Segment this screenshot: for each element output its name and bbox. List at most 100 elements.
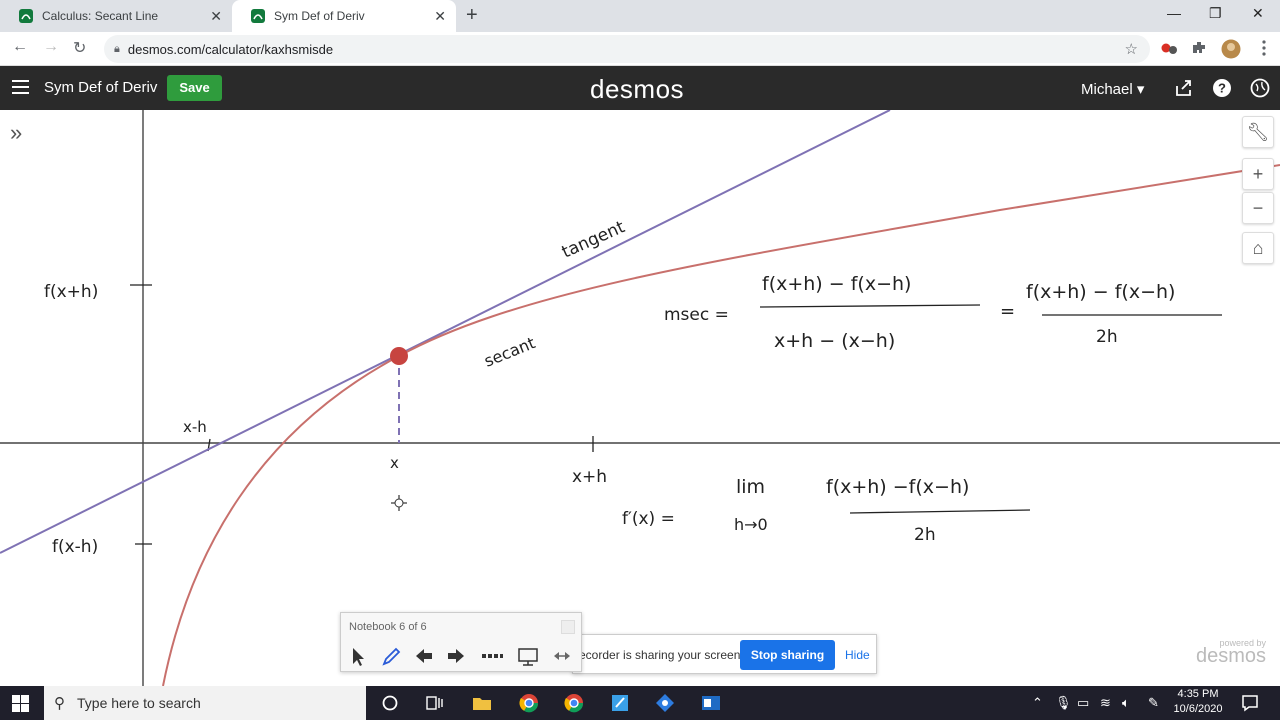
previous-page-arrow-icon[interactable] <box>413 645 435 667</box>
address-bar[interactable]: 🔒︎ desmos.com/calculator/kaxhsmisde ☆ <box>104 35 1150 63</box>
tab-title: Calculus: Secant Line <box>42 9 159 23</box>
next-page-arrow-icon[interactable] <box>445 645 467 667</box>
language-globe-icon[interactable] <box>1250 78 1270 98</box>
share-icon[interactable] <box>1174 78 1194 98</box>
powered-by-desmos: powered by desmos <box>1196 638 1266 668</box>
default-viewport-home-icon[interactable]: ⌂ <box>1242 232 1274 264</box>
chrome-menu-icon[interactable] <box>1255 39 1273 57</box>
msec-denominator-1: x+h − (x−h) <box>774 330 895 352</box>
svg-text:?: ? <box>1218 81 1226 96</box>
save-button[interactable]: Save <box>167 75 222 101</box>
url-text: desmos.com/calculator/kaxhsmisde <box>127 41 334 57</box>
browser-tab-strip: Calculus: Secant Line ✕ Sym Def of Deriv… <box>0 0 1280 32</box>
cortana-icon[interactable] <box>380 693 400 713</box>
volume-icon[interactable]: 🔈︎ <box>1122 695 1130 711</box>
notepad-app-icon[interactable] <box>610 693 630 713</box>
new-tab-icon[interactable]: + <box>466 4 478 27</box>
label-f-x-minus-h: f(x-h) <box>52 537 98 557</box>
msec-numerator-1: f(x+h) − f(x−h) <box>762 273 911 295</box>
extensions-puzzle-icon[interactable] <box>1190 39 1208 57</box>
tab-title: Sym Def of Deriv <box>274 9 365 23</box>
pen-workspace-icon[interactable]: ✎ <box>1148 695 1159 711</box>
browser-tab-sym-def-of-deriv[interactable]: Sym Def of Deriv ✕ <box>232 0 456 32</box>
forward-icon[interactable]: → <box>43 38 59 56</box>
task-view-icon[interactable] <box>424 693 444 713</box>
graph-title[interactable]: Sym Def of Deriv <box>44 79 157 96</box>
lim-subscript: h→0 <box>734 515 768 534</box>
notebook-toolbar: Notebook 6 of 6 <box>340 612 582 672</box>
desmos-logo: desmos <box>590 74 685 104</box>
zoom-out-icon[interactable]: − <box>1242 192 1274 224</box>
back-icon[interactable]: ← <box>12 38 28 56</box>
limit-denominator: 2h <box>914 525 936 545</box>
limit-fraction-bar <box>849 509 1031 514</box>
graph-paper[interactable]: f(x+h) f(x-h) x-h x x+h tangent secant m… <box>0 110 1280 686</box>
powered-by-logo: desmos <box>1196 645 1267 667</box>
notebook-title: Notebook 6 of 6 <box>349 621 427 633</box>
window-close-icon[interactable]: ✕ <box>1252 5 1264 22</box>
minimize-icon[interactable]: — <box>1167 5 1181 21</box>
menu-hamburger-icon[interactable] <box>12 80 29 94</box>
tab-close-icon[interactable]: ✕ <box>434 8 446 25</box>
profile-avatar-icon[interactable] <box>1221 39 1241 59</box>
system-clock[interactable]: 4:35 PM 10/6/2020 <box>1170 687 1226 717</box>
screen-recorder-extension-icon[interactable] <box>1160 39 1178 57</box>
file-explorer-icon[interactable] <box>472 693 492 713</box>
reload-icon[interactable]: ↻ <box>73 38 86 58</box>
chrome-profile-taskbar-icon[interactable] <box>564 693 584 713</box>
fprime-label: f′(x) = <box>622 509 675 529</box>
msec-equals: = <box>1000 301 1015 322</box>
label-x-plus-h: x+h <box>572 467 607 487</box>
sharing-message: ecorder is sharing your screen. <box>579 648 744 662</box>
label-tangent: tangent <box>559 217 628 262</box>
battery-icon[interactable]: ▭ <box>1077 695 1089 711</box>
notebook-close-icon[interactable] <box>561 620 575 634</box>
outlook-app-icon[interactable] <box>701 693 721 713</box>
user-name: Michael <box>1081 81 1133 98</box>
label-f-x-plus-h: f(x+h) <box>44 282 98 302</box>
action-center-notification-icon[interactable] <box>1240 693 1260 713</box>
stop-sharing-button[interactable]: Stop sharing <box>740 640 835 670</box>
search-icon: ⚲ <box>54 695 65 712</box>
expand-expression-list-icon[interactable]: » <box>10 120 22 146</box>
browser-toolbar: ← → ↻ 🔒︎ desmos.com/calculator/kaxhsmisd… <box>0 32 1280 66</box>
chrome-taskbar-icon[interactable] <box>519 693 539 713</box>
limit-numerator: f(x+h) −f(x−h) <box>826 476 969 498</box>
graph-canvas: f(x+h) f(x-h) x-h x x+h tangent secant m… <box>0 110 1280 686</box>
msec-numerator-2: f(x+h) − f(x−h) <box>1026 281 1175 303</box>
desmos-header: Sym Def of Deriv Save desmos Michael ▾ ? <box>0 66 1280 110</box>
label-x-minus-h: x-h <box>183 418 207 436</box>
show-hidden-icons-chevron-icon[interactable]: ⌃ <box>1032 695 1043 711</box>
help-icon[interactable]: ? <box>1212 78 1232 98</box>
microphone-icon[interactable]: 🎙︎ <box>1055 695 1072 711</box>
clock-time: 4:35 PM <box>1177 688 1219 700</box>
diamond-app-icon[interactable] <box>655 693 675 713</box>
pen-tool-icon[interactable] <box>380 645 402 667</box>
resize-horizontal-icon[interactable] <box>551 645 573 667</box>
label-secant: secant <box>481 333 537 371</box>
point-of-tangency <box>390 347 408 365</box>
tab-close-icon[interactable]: ✕ <box>210 8 222 25</box>
user-menu[interactable]: Michael ▾ <box>1081 80 1144 98</box>
pointer-tool-icon[interactable] <box>347 645 369 667</box>
wifi-icon[interactable]: ≋ <box>1100 695 1111 711</box>
screen-display-icon[interactable] <box>517 645 539 667</box>
zoom-in-icon[interactable]: + <box>1242 158 1274 190</box>
function-curve <box>162 164 1280 686</box>
maximize-icon[interactable]: ❐ <box>1209 5 1222 22</box>
desmos-favicon-icon <box>250 8 266 24</box>
lim-text: lim <box>736 476 765 498</box>
graph-settings-wrench-icon[interactable]: 🔧︎ <box>1242 116 1274 148</box>
label-x: x <box>390 454 399 472</box>
msec-label: msec = <box>664 305 729 325</box>
more-options-icon[interactable] <box>481 645 503 667</box>
search-placeholder: Type here to search <box>77 695 201 711</box>
bookmark-star-icon[interactable]: ☆ <box>1125 40 1138 58</box>
windows-taskbar: ⚲ Type here to search ⌃ 🎙︎ ▭ ≋ 🔈︎ ✎ 4:35… <box>0 686 1280 720</box>
windows-start-icon[interactable] <box>12 695 29 712</box>
taskbar-search-box[interactable]: ⚲ Type here to search <box>44 686 366 720</box>
screen-sharing-bar: ecorder is sharing your screen. Stop sha… <box>572 634 877 674</box>
hide-button[interactable]: Hide <box>845 648 870 662</box>
browser-tab-calculus-secant-line[interactable]: Calculus: Secant Line ✕ <box>0 0 232 32</box>
msec-fraction-bar-1 <box>759 304 981 308</box>
